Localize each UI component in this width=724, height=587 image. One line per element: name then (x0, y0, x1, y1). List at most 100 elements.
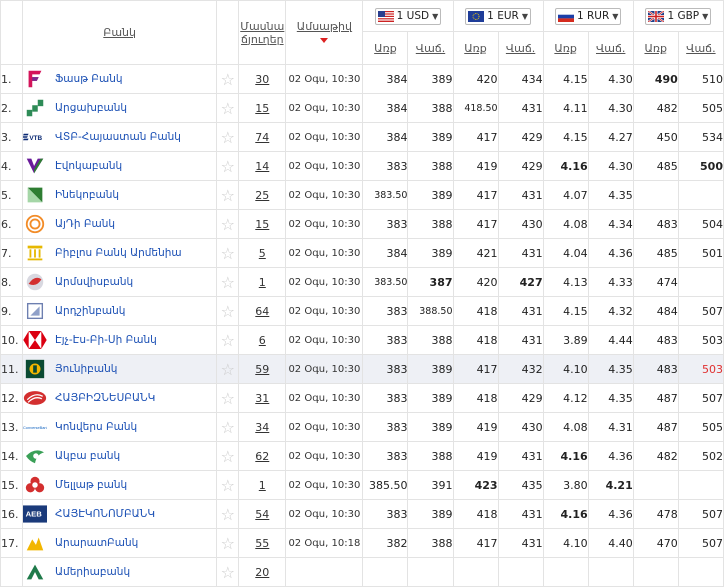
favorite-star-icon[interactable]: ☆ (216, 93, 240, 123)
header-branches-line1[interactable]: Մասնա (240, 20, 284, 33)
favorite-star-icon[interactable]: ☆ (216, 64, 240, 94)
branches-cell[interactable]: 64 (238, 296, 287, 326)
branches-cell[interactable]: 20 (238, 557, 287, 587)
branches-link[interactable]: 1 (259, 479, 266, 492)
table-row[interactable]: 1. Ֆասթ Բանկ ☆ 30 02 Օգս, 10:30 384 389 420 434 4… (0, 64, 724, 94)
rur-buy-header[interactable]: Առք (542, 31, 589, 65)
table-row[interactable]: Ամերիաբանկ ☆ 20 (0, 557, 724, 587)
bank-name-link[interactable]: Բիբլոս Բանկ Արմենիա (55, 247, 182, 259)
bank-name-link[interactable]: Արմսվիսբանկ (55, 276, 133, 288)
bank-cell[interactable]: ԱրարատԲանկ (22, 528, 218, 558)
table-row[interactable]: 11. Յունիբանկ ☆ 59 02 Օգս, 10:30 383 389 417 432… (0, 354, 724, 384)
favorite-star-icon[interactable]: ☆ (216, 470, 240, 500)
favorite-star-icon[interactable]: ☆ (216, 325, 240, 355)
table-row[interactable]: 12. ՀԱՅԲԻԶՆԵՍԲԱՆԿ ☆ 31 02 Օգս, 10:30 383 389 41… (0, 383, 724, 413)
branches-link[interactable]: 31 (255, 392, 269, 405)
usd-sell-header[interactable]: Վաճ. (407, 31, 454, 65)
bank-name-link[interactable]: Արցախբանկ (55, 102, 127, 114)
favorite-star-icon[interactable]: ☆ (216, 296, 240, 326)
favorite-star-icon[interactable]: ☆ (216, 209, 240, 239)
currency-select-rur[interactable]: 1 RUR ▼ (554, 7, 622, 25)
bank-cell[interactable]: Ամերիաբանկ (22, 557, 218, 587)
bank-cell[interactable]: ՀԱՅԲԻԶՆԵՍԲԱՆԿ (22, 383, 218, 413)
header-bank[interactable]: Բանկ (22, 0, 218, 65)
currency-select-usd[interactable]: 1 USD ▼ (374, 7, 442, 25)
branches-link[interactable]: 59 (255, 363, 269, 376)
favorite-star-icon[interactable]: ☆ (216, 151, 240, 181)
currency-select-gbp[interactable]: 1 GBP ▼ (645, 7, 712, 25)
bank-name-link[interactable]: ԱրարատԲանկ (55, 537, 138, 549)
branches-cell[interactable]: 55 (238, 528, 287, 558)
branches-cell[interactable]: 54 (238, 499, 287, 529)
branches-link[interactable]: 62 (255, 450, 269, 463)
branches-link[interactable]: 20 (255, 566, 269, 579)
table-row[interactable]: 2. Արցախբանկ ☆ 15 02 Օգս, 10:30 384 388 418.50 4… (0, 93, 724, 123)
branches-link[interactable]: 25 (255, 189, 269, 202)
favorite-star-icon[interactable]: ☆ (216, 528, 240, 558)
bank-cell[interactable]: Արդշինբանկ (22, 296, 218, 326)
bank-cell[interactable]: Ֆասթ Բանկ (22, 64, 218, 94)
table-row[interactable]: 10. Էյչ-Էս-Բի-Սի Բանկ ☆ 6 02 Օգս, 10:30 383 38… (0, 325, 724, 355)
branches-cell[interactable]: 1 (238, 470, 287, 500)
favorite-star-icon[interactable]: ☆ (216, 441, 240, 471)
table-row[interactable]: 6. ԱյԴի Բանկ ☆ 15 02 Օգս, 10:30 383 388 417 430 4… (0, 209, 724, 239)
bank-name-link[interactable]: ԱյԴի Բանկ (55, 218, 115, 230)
bank-cell[interactable]: Էյչ-Էս-Բի-Սի Բանկ (22, 325, 218, 355)
table-row[interactable]: 13. ConverseBank Կոնվերս Բանկ ☆ 34 02 Օգս, 10… (0, 412, 724, 442)
table-row[interactable]: 3. VTB ՎՏԲ-Հայաստան Բանկ ☆ 74 02 Օգս, 10:30 38… (0, 122, 724, 152)
favorite-star-icon[interactable]: ☆ (216, 383, 240, 413)
bank-cell[interactable]: Էվոկաբանկ (22, 151, 218, 181)
bank-name-link[interactable]: Էյչ-Էս-Բի-Սի Բանկ (55, 334, 157, 346)
bank-name-link[interactable]: Ֆասթ Բանկ (55, 73, 123, 85)
bank-cell[interactable]: Բիբլոս Բանկ Արմենիա (22, 238, 218, 268)
branches-link[interactable]: 14 (255, 160, 269, 173)
table-row[interactable]: 15. Մելլաթ բանկ ☆ 1 02 Օգս, 10:30 385.50 391 42… (0, 470, 724, 500)
branches-link[interactable]: 64 (255, 305, 269, 318)
favorite-star-icon[interactable]: ☆ (216, 238, 240, 268)
branches-link[interactable]: 30 (255, 73, 269, 86)
favorite-star-icon[interactable]: ☆ (216, 412, 240, 442)
favorite-star-icon[interactable]: ☆ (216, 122, 240, 152)
favorite-star-icon[interactable]: ☆ (216, 557, 240, 587)
rur-sell-header[interactable]: Վաճ. (587, 31, 634, 65)
bank-name-link[interactable]: Էվոկաբանկ (55, 160, 122, 172)
branches-cell[interactable]: 30 (238, 64, 287, 94)
header-date[interactable]: Ամսաթիվ (285, 0, 364, 65)
bank-cell[interactable]: Ինեկոբանկ (22, 180, 218, 210)
header-date-link[interactable]: Ամսաթիվ (297, 20, 352, 33)
bank-name-link[interactable]: Յունիբանկ (55, 363, 117, 375)
branches-cell[interactable]: 62 (238, 441, 287, 471)
table-row[interactable]: 5. Ինեկոբանկ ☆ 25 02 Օգս, 10:30 383.50 389 417 4… (0, 180, 724, 210)
branches-cell[interactable]: 31 (238, 383, 287, 413)
bank-name-link[interactable]: ՀԱՅԲԻԶՆԵՍԲԱՆԿ (55, 392, 155, 404)
bank-name-link[interactable]: Մելլաթ բանկ (55, 479, 127, 491)
branches-cell[interactable]: 34 (238, 412, 287, 442)
favorite-star-icon[interactable]: ☆ (216, 499, 240, 529)
table-row[interactable]: 17. ԱրարատԲանկ ☆ 55 02 Օգս, 10:18 382 388 417 43… (0, 528, 724, 558)
branches-cell[interactable]: 15 (238, 209, 287, 239)
table-row[interactable]: 9. Արդշինբանկ ☆ 64 02 Օգս, 10:30 383 388.50 418… (0, 296, 724, 326)
bank-name-link[interactable]: ՀԱՅԷԿՈՆՈՄԲԱՆԿ (55, 508, 155, 520)
bank-cell[interactable]: Մելլաթ բանկ (22, 470, 218, 500)
bank-cell[interactable]: Արմսվիսբանկ (22, 267, 218, 297)
bank-name-link[interactable]: Ինեկոբանկ (55, 189, 119, 201)
branches-cell[interactable]: 15 (238, 93, 287, 123)
branches-cell[interactable]: 5 (238, 238, 287, 268)
branches-link[interactable]: 54 (255, 508, 269, 521)
branches-cell[interactable]: 25 (238, 180, 287, 210)
bank-name-link[interactable]: Ակբա բանկ (55, 450, 120, 462)
bank-name-link[interactable]: Արդշինբանկ (55, 305, 125, 317)
table-row[interactable]: 8. Արմսվիսբանկ ☆ 1 02 Օգս, 10:30 383.50 387 420… (0, 267, 724, 297)
table-row[interactable]: 7. Բիբլոս Բանկ Արմենիա ☆ 5 02 Օգս, 10:30 384 3… (0, 238, 724, 268)
favorite-star-icon[interactable]: ☆ (216, 354, 240, 384)
header-bank-link[interactable]: Բանկ (103, 26, 136, 39)
usd-buy-header[interactable]: Առք (362, 31, 409, 65)
bank-cell[interactable]: ConverseBank Կոնվերս Բանկ (22, 412, 218, 442)
bank-cell[interactable]: Յունիբանկ (22, 354, 218, 384)
branches-link[interactable]: 15 (255, 102, 269, 115)
bank-name-link[interactable]: ՎՏԲ-Հայաստան Բանկ (55, 131, 181, 143)
branches-link[interactable]: 5 (259, 247, 266, 260)
favorite-star-icon[interactable]: ☆ (216, 180, 240, 210)
branches-link[interactable]: 15 (255, 218, 269, 231)
branches-cell[interactable]: 59 (238, 354, 287, 384)
